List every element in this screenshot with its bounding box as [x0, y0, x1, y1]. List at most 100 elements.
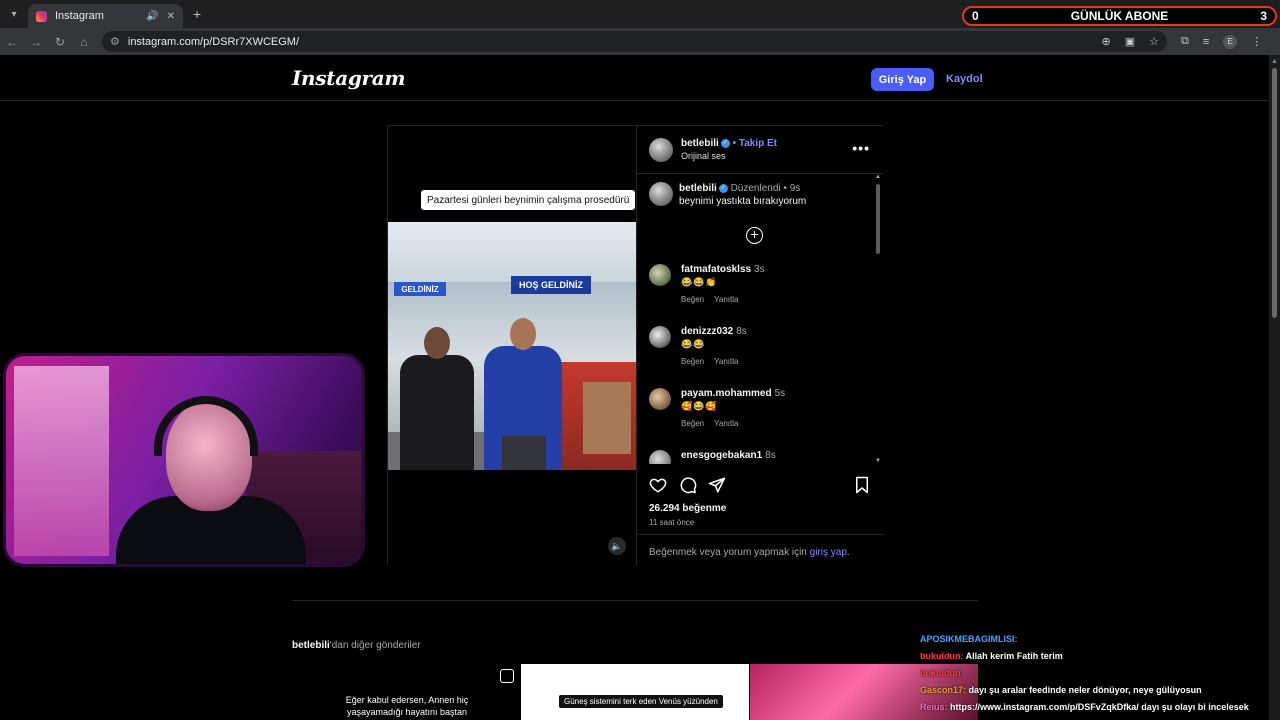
reply-button[interactable]: Yanıtla [714, 419, 738, 428]
like-comment-button[interactable]: Beğen [681, 419, 704, 428]
comment-time: 8s [736, 326, 747, 337]
stream-chat-overlay: APOSIKMEBAGIMLISI: bukuldun: Allah kerim… [920, 634, 1270, 719]
tab-title: Instagram [55, 10, 104, 22]
audio-label[interactable]: Orijinal ses [681, 151, 726, 161]
verified-badge-icon: ✓ [718, 183, 728, 193]
signup-link[interactable]: Kaydol [946, 73, 983, 85]
forward-icon[interactable]: → [24, 35, 48, 49]
speaker-icon[interactable]: 🔊 [146, 11, 158, 22]
thumbnail-caption: Güneş sistemini terk eden Venüs yüzünden [559, 695, 723, 708]
author-avatar[interactable] [649, 138, 673, 162]
zoom-icon[interactable]: ⊕ [1102, 35, 1111, 48]
post-video[interactable]: Pazartesi günleri beynimin çalışma prose… [388, 126, 636, 566]
comment-time: 3s [754, 264, 765, 275]
profile-avatar[interactable]: E [1223, 34, 1238, 49]
browser-tab-instagram[interactable]: Instagram 🔊 ✕ [28, 4, 183, 28]
new-tab-button[interactable]: + [193, 6, 201, 22]
man-in-blue-sweater [480, 318, 564, 470]
chat-username: bukuldun: [920, 668, 964, 678]
instagram-logo[interactable]: Instagram [292, 66, 406, 90]
reply-button[interactable]: Yanıtla [714, 357, 738, 366]
follow-button[interactable]: • Takip Et [733, 138, 777, 149]
like-heart-icon[interactable] [649, 476, 667, 494]
reload-icon[interactable]: ↻ [48, 35, 72, 49]
address-bar[interactable]: ⚙ instagram.com/p/DSRr7XWCEGM/ ⊕ ▣ ☆ [102, 31, 1167, 52]
edited-label: Düzenlendi • [730, 183, 787, 194]
caption-author-avatar[interactable] [649, 182, 673, 206]
comments-list[interactable]: betlebili ✓ Düzenlendi • 9s beynimi yastı… [637, 174, 884, 464]
comment-username[interactable]: payam.mohammed [681, 388, 772, 399]
caption-author[interactable]: betlebili [679, 183, 717, 194]
post-thumbnail[interactable]: Eğer kabul edersen, Annen hiç yaşayamadı… [292, 664, 520, 720]
caption-time: 9s [789, 183, 801, 194]
comment-bubble-icon[interactable] [679, 476, 697, 494]
post-timestamp: 11 saat önce [649, 518, 695, 527]
video-caption-overlay: Pazartesi günleri beynimin çalışma prose… [421, 190, 636, 210]
headphones-icon [154, 396, 258, 456]
post-actions [649, 476, 877, 496]
commenter-avatar[interactable] [649, 388, 671, 410]
cast-icon[interactable]: ▣ [1125, 35, 1135, 48]
daily-subscriber-overlay: 0 GÜNLÜK ABONE 3 [962, 6, 1277, 26]
reel-icon [500, 669, 514, 683]
more-options-icon[interactable]: ••• [852, 140, 870, 156]
back-icon[interactable]: ← [0, 35, 24, 49]
comment-text: 😂😂👏 [681, 277, 718, 287]
close-tab-icon[interactable]: ✕ [167, 11, 175, 22]
caption-text: beynimi yastıkta bırakıyorum [679, 196, 807, 207]
home-icon[interactable]: ⌂ [72, 35, 96, 49]
reply-button[interactable]: Yanıtla [714, 295, 738, 304]
more-posts-author[interactable]: betlebili [292, 640, 330, 651]
reading-list-icon[interactable]: ≡ [1203, 36, 1209, 48]
scroll-up-icon[interactable]: ▲ [875, 174, 881, 180]
comment-item: denizzz032 8s 😂😂 Beğen Yanıtla [649, 326, 869, 382]
menu-kebab-icon[interactable]: ⋮ [1251, 35, 1262, 48]
comment-username[interactable]: enesgogebakan1 [681, 450, 762, 461]
chat-username: bukuldun: [920, 651, 964, 661]
comment-text: 😂😂 [681, 339, 706, 349]
author-username[interactable]: betlebili [681, 138, 719, 149]
like-count[interactable]: 26.294 beğenme [649, 503, 726, 514]
comment-username[interactable]: fatmafatosklss [681, 264, 751, 275]
chat-username: APOSIKMEBAGIMLISI: [920, 634, 1018, 644]
man-in-suit [394, 327, 474, 470]
chat-message: Gascon17: dayı şu aralar feedinde neler … [920, 685, 1270, 702]
chat-username: Reius: [920, 702, 948, 712]
tab-search-chevron-icon[interactable]: ▾ [0, 0, 28, 28]
welcome-sign: HOŞ GELDİNİZ [511, 276, 591, 294]
like-comment-button[interactable]: Beğen [681, 357, 704, 366]
bookmark-star-icon[interactable]: ☆ [1149, 35, 1159, 48]
comment-text: 🥰😂🥰 [681, 401, 718, 411]
section-divider [292, 600, 978, 601]
audio-toggle-icon[interactable]: 🔈 [608, 537, 626, 555]
sub-label: GÜNLÜK ABONE [1070, 9, 1169, 23]
post-thumbnail[interactable]: Güneş sistemini terk eden Venüs yüzünden [521, 664, 749, 720]
page-scrollbar[interactable]: ▲ [1269, 55, 1280, 720]
comment-item: fatmafatosklss 3s 😂😂👏 Beğen Yanıtla [649, 264, 869, 320]
browser-toolbar: ← → ↻ ⌂ ⚙ instagram.com/p/DSRr7XWCEGM/ ⊕… [0, 28, 1280, 55]
url-text[interactable]: instagram.com/p/DSRr7XWCEGM/ [128, 36, 1088, 48]
scroll-down-icon[interactable]: ▼ [875, 458, 881, 464]
comments-scrollbar[interactable]: ▲ ▼ [875, 174, 882, 464]
commenter-avatar[interactable] [649, 326, 671, 348]
chat-text: https://www.instagram.com/p/DSFvZqkDfka/… [950, 702, 1249, 712]
extensions-icon[interactable]: ⧉ [1181, 35, 1189, 48]
scroll-up-icon[interactable]: ▲ [1271, 58, 1278, 65]
like-comment-button[interactable]: Beğen [681, 295, 704, 304]
site-info-icon[interactable]: ⚙ [110, 35, 120, 48]
comment-time: 8s [765, 450, 776, 461]
chat-text: dayı şu aralar feedinde neler dönüyor, n… [968, 685, 1202, 695]
comment-username[interactable]: denizzz032 [681, 326, 733, 337]
chat-message: bukuldun: [920, 668, 1270, 685]
comment-item: enesgogebakan1 8s [649, 450, 869, 464]
save-bookmark-icon[interactable] [854, 476, 870, 494]
post-header: betlebili ✓ • Takip Et Orijinal ses ••• [637, 126, 884, 174]
thumbnail-caption: Eğer kabul edersen, Annen hiç yaşayamadı… [345, 695, 469, 717]
login-link[interactable]: giriş yap [810, 547, 847, 558]
load-more-comments-icon[interactable]: + [746, 227, 763, 244]
commenter-avatar[interactable] [649, 450, 671, 464]
chat-message: Reius: https://www.instagram.com/p/DSFvZ… [920, 702, 1270, 719]
login-button[interactable]: Giriş Yap [871, 68, 934, 91]
commenter-avatar[interactable] [649, 264, 671, 286]
share-send-icon[interactable] [708, 476, 726, 494]
